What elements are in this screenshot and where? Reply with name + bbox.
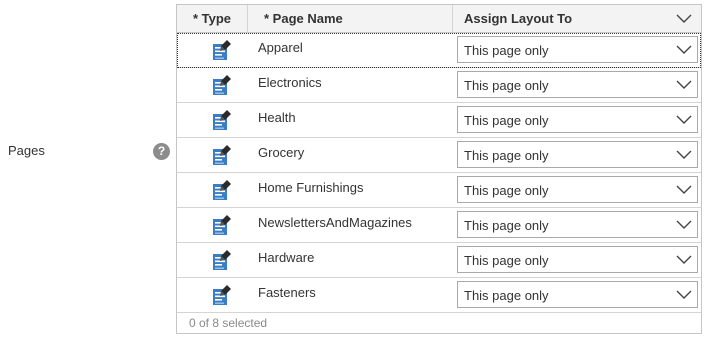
assign-layout-value: This page only	[464, 113, 549, 128]
page-name: Home Furnishings	[258, 180, 364, 195]
page-edit-icon	[213, 40, 231, 60]
table-row[interactable]: Health This page only	[177, 103, 701, 138]
assign-layout-value: This page only	[464, 253, 549, 268]
table-row[interactable]: Apparel This page only	[177, 33, 701, 68]
page-edit-icon	[213, 250, 231, 270]
page-edit-icon	[213, 215, 231, 235]
table-row[interactable]: Grocery This page only	[177, 138, 701, 173]
page-name: Apparel	[258, 40, 303, 55]
page-name: Electronics	[258, 75, 322, 90]
chevron-down-icon[interactable]	[675, 218, 693, 232]
help-icon[interactable]: ?	[153, 143, 170, 160]
assign-layout-value: This page only	[464, 43, 549, 58]
chevron-down-icon[interactable]	[675, 183, 693, 197]
assign-layout-value: This page only	[464, 78, 549, 93]
page-name: NewslettersAndMagazines	[258, 215, 412, 230]
column-header-type[interactable]: * Type	[177, 5, 248, 32]
assign-layout-select[interactable]: This page only	[457, 176, 698, 203]
assign-layout-select[interactable]: This page only	[457, 246, 698, 273]
table-row[interactable]: Home Furnishings This page only	[177, 173, 701, 208]
assign-layout-value: This page only	[464, 148, 549, 163]
page-name: Grocery	[258, 145, 305, 160]
page-edit-icon	[213, 180, 231, 200]
column-header-assign-layout[interactable]: Assign Layout To	[453, 5, 673, 32]
chevron-down-icon[interactable]	[675, 78, 693, 92]
table-row[interactable]: Electronics This page only	[177, 68, 701, 103]
chevron-down-icon[interactable]	[675, 148, 693, 162]
page-name: Health	[258, 110, 296, 125]
page-edit-icon	[213, 75, 231, 95]
table-row[interactable]: NewslettersAndMagazines This page only	[177, 208, 701, 243]
page-edit-icon	[213, 285, 231, 305]
table-row[interactable]: Hardware This page only	[177, 243, 701, 278]
assign-layout-select[interactable]: This page only	[457, 106, 698, 133]
pages-grid: * Type * Page Name Assign Layout To Appa…	[176, 4, 702, 334]
page-name: Fasteners	[258, 285, 316, 300]
assign-layout-select[interactable]: This page only	[457, 281, 698, 308]
chevron-down-icon[interactable]	[675, 253, 693, 267]
assign-layout-select[interactable]: This page only	[457, 211, 698, 238]
page-edit-icon	[213, 110, 231, 130]
chevron-down-icon[interactable]	[675, 12, 693, 26]
assign-layout-select[interactable]: This page only	[457, 71, 698, 98]
assign-layout-value: This page only	[464, 288, 549, 303]
page-name: Hardware	[258, 250, 315, 265]
assign-layout-select[interactable]: This page only	[457, 36, 698, 63]
chevron-down-icon[interactable]	[675, 113, 693, 127]
column-header-page-name[interactable]: * Page Name	[248, 5, 453, 32]
grid-header: * Type * Page Name Assign Layout To	[177, 5, 701, 33]
chevron-down-icon[interactable]	[675, 43, 693, 57]
selection-count: 0 of 8 selected	[189, 316, 268, 330]
chevron-down-icon[interactable]	[675, 288, 693, 302]
pages-field-label: Pages	[8, 143, 45, 158]
assign-layout-select[interactable]: This page only	[457, 141, 698, 168]
page-edit-icon	[213, 145, 231, 165]
assign-layout-value: This page only	[464, 183, 549, 198]
table-row[interactable]: Fasteners This page only	[177, 278, 701, 313]
assign-layout-value: This page only	[464, 218, 549, 233]
